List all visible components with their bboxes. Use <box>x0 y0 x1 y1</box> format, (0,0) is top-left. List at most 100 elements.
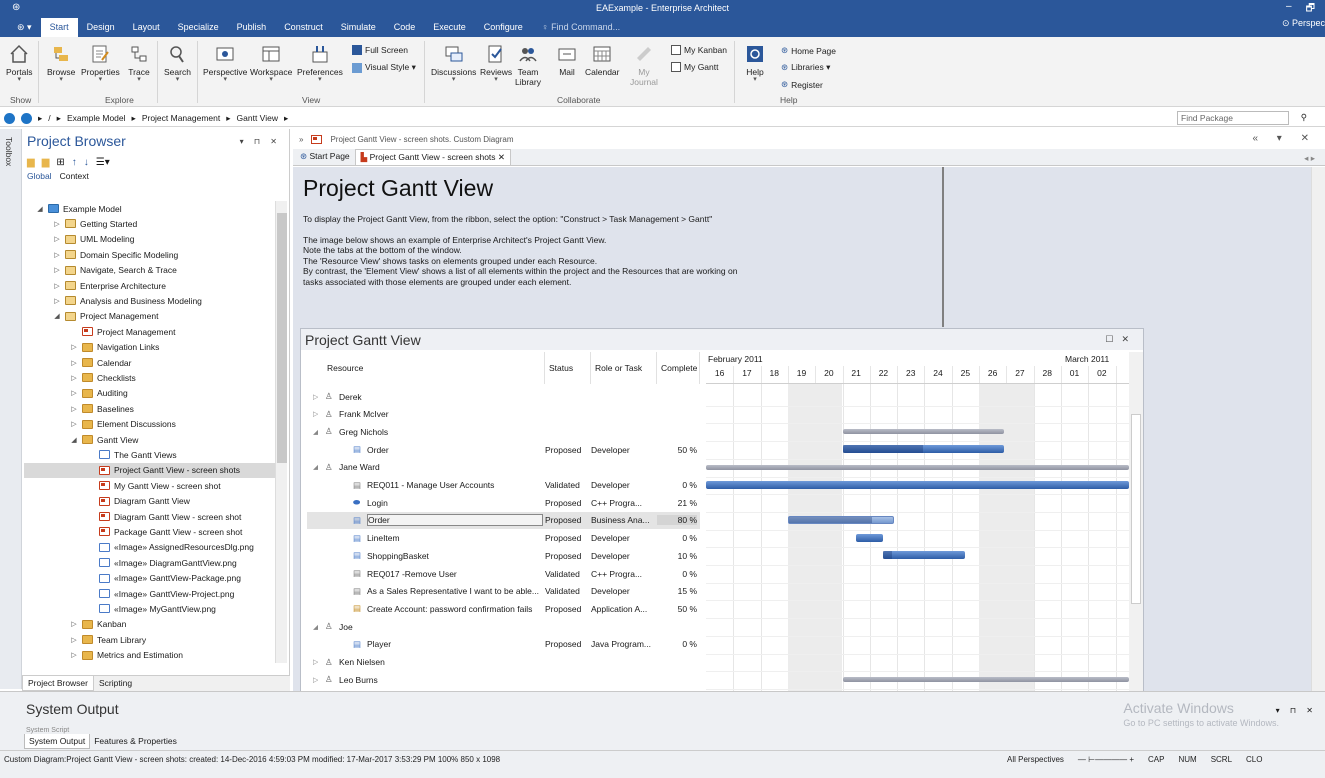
gantt-scrollbar[interactable] <box>1129 352 1143 691</box>
tab-layout[interactable]: Layout <box>124 18 169 37</box>
home-page-button[interactable]: ⊛ Home Page <box>781 45 836 56</box>
browse-button[interactable]: Browse ▾ <box>47 43 75 83</box>
tree-item[interactable]: ▷ Enterprise Architecture <box>24 278 276 293</box>
tree-item[interactable]: ▷ Kanban <box>24 617 276 632</box>
expand-icon[interactable]: ▷ <box>53 235 61 243</box>
tab-system-output[interactable]: System Output <box>24 734 91 749</box>
expand-icon[interactable]: ▷ <box>70 651 78 659</box>
gantt-row[interactable]: ◢ ♙ Joe <box>307 618 700 635</box>
tab-features-properties[interactable]: Features & Properties <box>90 734 181 749</box>
tree-item[interactable]: ▷ Element Discussions <box>24 417 276 432</box>
tab-start-page[interactable]: ⊛ Start Page <box>295 149 355 165</box>
back-icon[interactable] <box>4 112 15 124</box>
collapse-icon[interactable]: ◢ <box>53 312 61 320</box>
new-package-icon[interactable]: ▆ <box>27 157 35 168</box>
gantt-bar[interactable] <box>706 464 1130 470</box>
app-menu-button[interactable]: ⊛ ▾ <box>8 18 41 37</box>
find-package-input[interactable]: Find Package <box>1177 111 1289 125</box>
trace-button[interactable]: Trace ▾ <box>128 43 150 83</box>
calendar-button[interactable]: Calendar <box>585 43 620 77</box>
tree-item[interactable]: ▷ Navigation Links <box>24 340 276 355</box>
gantt-bar[interactable] <box>883 551 966 560</box>
tree-item[interactable]: Package Gantt View - screen shot <box>24 524 276 539</box>
tree-item[interactable]: Diagram Gantt View <box>24 494 276 509</box>
gantt-row[interactable]: ▤ As a Sales Representative I want to be … <box>307 583 700 600</box>
find-command-input[interactable]: ♀ Find Command... <box>542 18 620 37</box>
search-button[interactable]: Search ▾ <box>164 43 191 83</box>
tree-item[interactable]: «Image» AssignedResourcesDlg.png <box>24 540 276 555</box>
tree-item[interactable]: The Gantt Views <box>24 447 276 462</box>
team-library-button[interactable]: Team Library <box>515 43 541 87</box>
panel-controls[interactable]: ▾ ⊓ ✕ <box>1276 706 1317 715</box>
gantt-row[interactable]: ▤ Player Proposed Java Program... 0 % <box>307 636 700 653</box>
gantt-row[interactable]: ▤ REQ011 - Manage User Accounts Validated D… <box>307 477 700 494</box>
zoom-slider[interactable]: — ⊢———— + <box>1078 755 1134 764</box>
breadcrumb-project-management[interactable]: Project Management <box>142 113 220 123</box>
gantt-row[interactable]: ◢ ♙ Jane Ward <box>307 459 700 476</box>
gantt-window-controls[interactable]: ☐✕ <box>1105 334 1137 345</box>
panel-controls[interactable]: ▾ ⊓ ✕ <box>240 137 281 146</box>
tree-item[interactable]: ▷ UML Modeling <box>24 232 276 247</box>
perspective-indicator[interactable]: All Perspectives <box>1007 755 1064 764</box>
tree-item[interactable]: ◢ Project Management <box>24 309 276 324</box>
full-screen-button[interactable]: Full Screen <box>352 45 408 55</box>
my-kanban-button[interactable]: My Kanban <box>671 45 727 55</box>
expand-icon[interactable]: ▷ <box>70 389 78 397</box>
expand-icon[interactable]: ▷ <box>70 420 78 428</box>
expand-icon[interactable]: ▷ <box>313 676 318 684</box>
visual-style-button[interactable]: Visual Style ▾ <box>352 62 416 73</box>
tab-design[interactable]: Design <box>78 18 124 37</box>
tab-execute[interactable]: Execute <box>424 18 475 37</box>
move-up-icon[interactable]: ↑ <box>72 157 77 168</box>
new-diagram-icon[interactable]: ⊞ <box>56 157 64 168</box>
tree-item[interactable]: ◢ Example Model <box>24 201 276 216</box>
gantt-row[interactable]: ▤ Create Account: password confirmation f… <box>307 600 700 617</box>
tree-item[interactable]: ▷ Metrics and Estimation <box>24 648 276 663</box>
expand-icon[interactable]: » <box>299 135 303 144</box>
portals-button[interactable]: Portals ▾ <box>6 43 32 83</box>
tab-code[interactable]: Code <box>385 18 425 37</box>
expand-icon[interactable]: ▷ <box>70 620 78 628</box>
tree-item[interactable]: ▷ Auditing <box>24 386 276 401</box>
workspace-button[interactable]: Workspace ▾ <box>250 43 292 83</box>
tab-specialize[interactable]: Specialize <box>169 18 228 37</box>
my-gantt-button[interactable]: My Gantt <box>671 62 718 72</box>
scope-context[interactable]: Context <box>60 171 89 185</box>
expand-icon[interactable]: ▷ <box>70 405 78 413</box>
perspective-button[interactable]: ⊙ Perspec <box>1282 18 1325 29</box>
expand-icon[interactable]: ▷ <box>53 282 61 290</box>
breadcrumb-gantt-view[interactable]: Gantt View <box>237 113 278 123</box>
tree-item[interactable]: ▷ Baselines <box>24 401 276 416</box>
gantt-row[interactable]: ▷ ♙ Derek <box>307 388 700 405</box>
tab-configure[interactable]: Configure <box>475 18 532 37</box>
tab-scroll-arrows[interactable]: ◂ ▸ <box>1304 153 1315 164</box>
gantt-bar[interactable] <box>706 480 1130 489</box>
expand-icon[interactable]: ▷ <box>53 220 61 228</box>
tree-item[interactable]: ▷ Navigate, Search & Trace <box>24 263 276 278</box>
tree-item[interactable]: «Image» MyGanttView.png <box>24 601 276 616</box>
tree-item[interactable]: Project Gantt View - screen shots <box>24 462 276 478</box>
tree-item[interactable]: Project Management <box>24 324 276 339</box>
gantt-row[interactable]: ▤ LineItem Proposed Developer 0 % <box>307 530 700 547</box>
expand-icon[interactable]: ▷ <box>313 393 318 401</box>
tree-item[interactable]: ▷ Getting Started <box>24 216 276 231</box>
col-role[interactable]: Role or Task <box>591 352 657 384</box>
tab-simulate[interactable]: Simulate <box>332 18 385 37</box>
move-down-icon[interactable]: ↓ <box>84 157 89 168</box>
gantt-bar[interactable] <box>787 515 895 524</box>
libraries-button[interactable]: ⊛ Libraries ▾ <box>781 62 830 73</box>
doc-controls[interactable]: « ▾ ✕ <box>1252 133 1317 144</box>
expand-icon[interactable]: ▷ <box>70 359 78 367</box>
gantt-row[interactable]: ▷ ♙ Frank McIver <box>307 406 700 423</box>
perspective-ribbon-button[interactable]: Perspective ▾ <box>203 43 247 83</box>
col-status[interactable]: Status <box>545 352 591 384</box>
gantt-image[interactable]: Project Gantt View ☐✕ Resource Status Ro… <box>300 328 1144 691</box>
expand-icon[interactable]: ▷ <box>70 374 78 382</box>
tab-publish[interactable]: Publish <box>228 18 276 37</box>
reviews-button[interactable]: Reviews ▾ <box>480 43 512 83</box>
expand-icon[interactable]: ◢ <box>313 463 318 471</box>
tree-item[interactable]: ▷ Checklists <box>24 370 276 385</box>
register-button[interactable]: ⊛ Register <box>781 79 823 90</box>
gantt-bar[interactable] <box>842 677 1130 683</box>
forward-icon[interactable] <box>21 112 32 124</box>
